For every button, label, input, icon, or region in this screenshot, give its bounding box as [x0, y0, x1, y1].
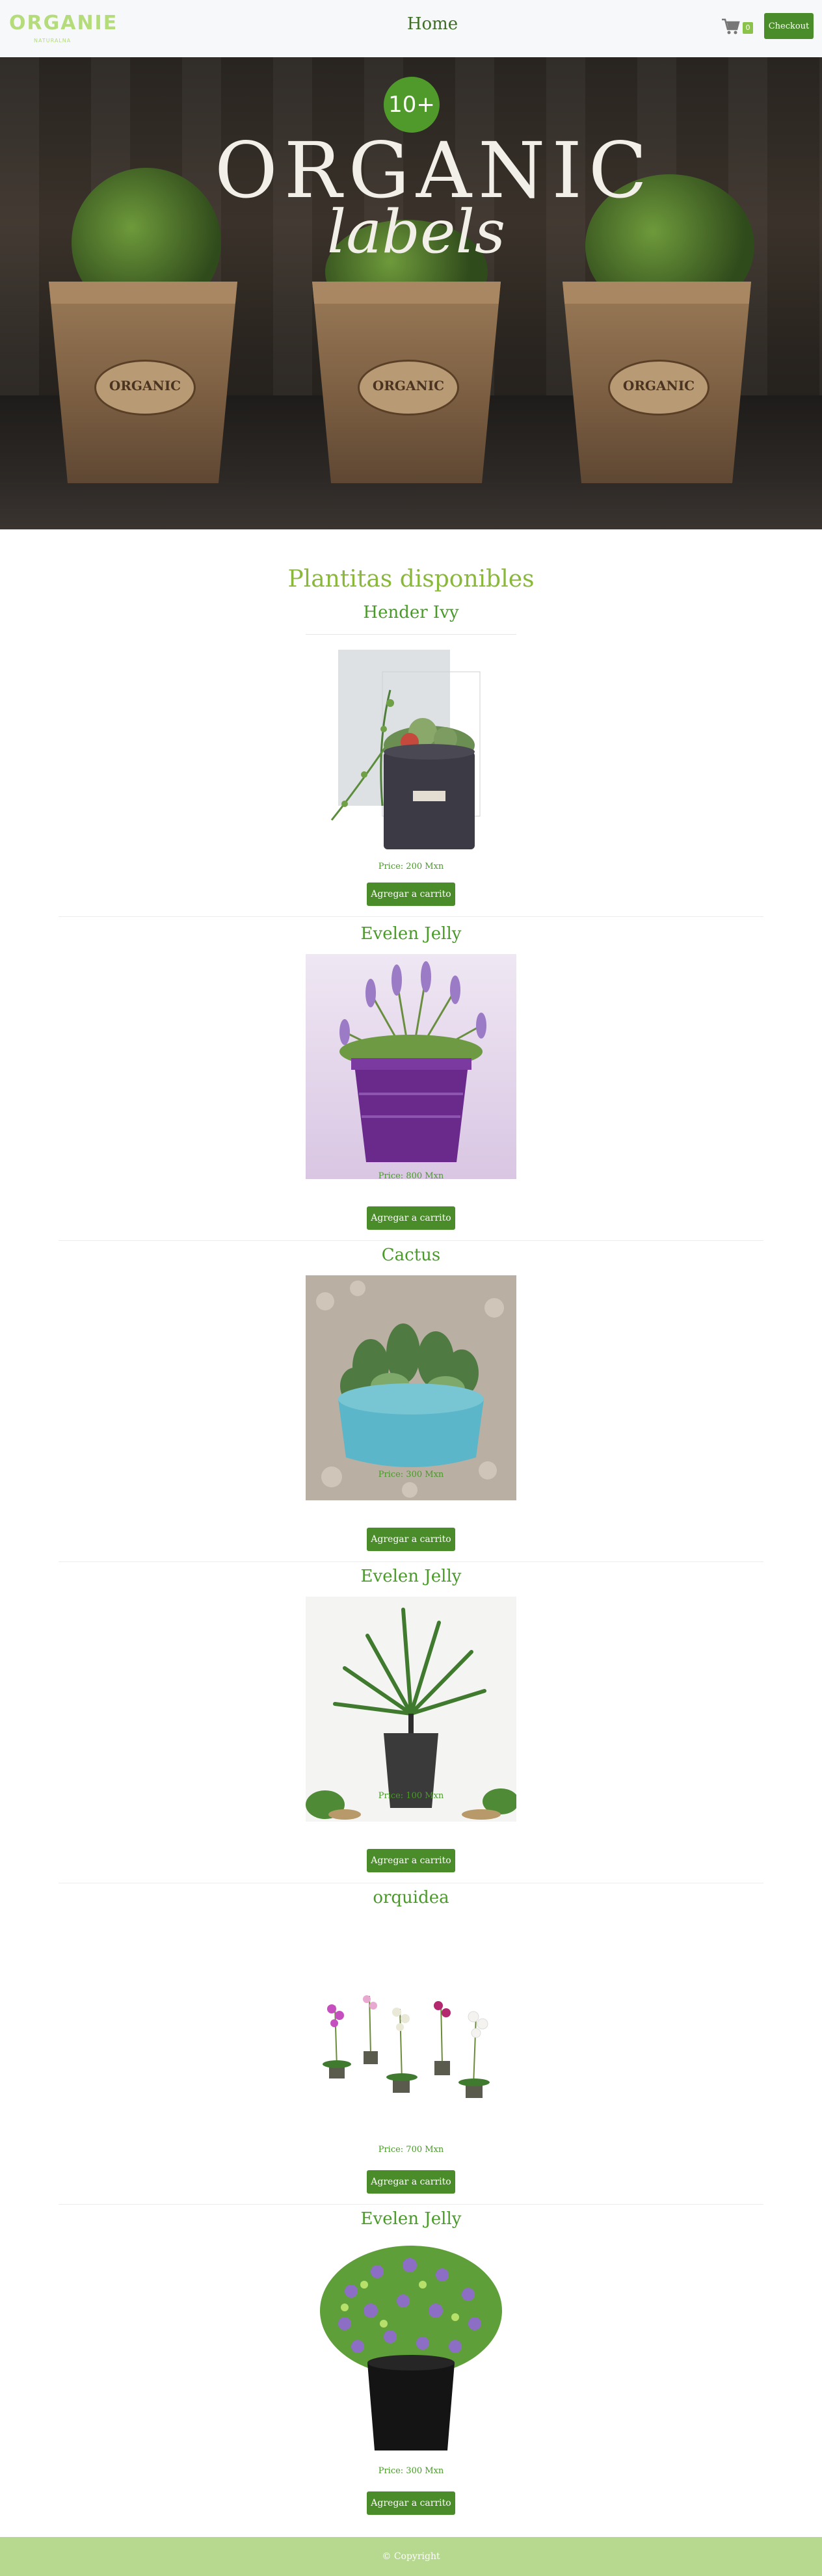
product-name: Cactus — [381, 1245, 441, 1265]
hero-banner: ORGANIC ORGANIC ORGANIC 10+ ORGANIC labe… — [0, 57, 822, 529]
add-to-cart-button[interactable]: Agregar a carrito — [367, 883, 455, 906]
add-to-cart-button[interactable]: Agregar a carrito — [367, 1528, 455, 1551]
nav-home-link[interactable]: Home — [390, 14, 475, 34]
product-name: Evelen Jelly — [360, 924, 462, 944]
pot-label: ORGANIC — [358, 360, 459, 416]
logo-text: ORGANIE — [9, 12, 118, 34]
product-image — [306, 1275, 516, 1500]
checkout-button[interactable]: Checkout — [764, 13, 814, 39]
add-to-cart-button[interactable]: Agregar a carrito — [367, 1206, 455, 1230]
product-price: Price: 700 Mxn — [378, 2145, 444, 2155]
product-price: Price: 300 Mxn — [378, 1470, 444, 1480]
product-price: Price: 800 Mxn — [378, 1171, 444, 1181]
product-name: Evelen Jelly — [360, 1567, 462, 1586]
pot-rim — [49, 282, 237, 304]
pot-label: ORGANIC — [94, 360, 196, 416]
product-divider — [59, 1240, 763, 1241]
navbar: ORGANIE NATURALNA Home 0 Checkout — [0, 0, 822, 58]
product-price: Price: 200 Mxn — [378, 862, 444, 871]
pot-middle: ORGANIC — [312, 282, 501, 483]
pot-rim — [312, 282, 501, 304]
product-name: Evelen Jelly — [360, 2209, 462, 2229]
product-divider — [59, 2204, 763, 2205]
footer: © Copyright — [0, 2537, 822, 2576]
pot-left: ORGANIC — [49, 282, 237, 483]
hero-subtitle: labels — [326, 197, 506, 267]
product-name: orquidea — [373, 1888, 449, 1907]
pot-right: ORGANIC — [563, 282, 751, 483]
pot-label: ORGANIC — [608, 360, 709, 416]
hero-badge: 10+ — [384, 77, 440, 133]
shopping-cart-icon[interactable] — [721, 17, 740, 36]
add-to-cart-button[interactable]: Agregar a carrito — [367, 1849, 455, 1872]
pot-rim — [563, 282, 751, 304]
product-divider — [59, 1561, 763, 1562]
product-price: Price: 300 Mxn — [378, 2466, 444, 2476]
product-image — [306, 1918, 516, 2143]
cart-count-badge: 0 — [743, 22, 753, 34]
product-image — [306, 1597, 516, 1822]
add-to-cart-button[interactable]: Agregar a carrito — [367, 2491, 455, 2515]
logo-subtext: NATURALNA — [34, 38, 72, 44]
product-image — [306, 954, 516, 1179]
product-image — [306, 2239, 516, 2464]
product-image — [306, 644, 516, 870]
title-underline — [306, 634, 516, 635]
add-to-cart-button[interactable]: Agregar a carrito — [367, 2170, 455, 2194]
product-price: Price: 100 Mxn — [378, 1791, 444, 1801]
product-divider — [59, 916, 763, 917]
copyright-text: © Copyright — [382, 2551, 440, 2562]
logo[interactable]: ORGANIE NATURALNA — [9, 10, 116, 47]
section-title: Plantitas disponibles — [287, 566, 535, 592]
product-name: Hender Ivy — [363, 603, 459, 622]
